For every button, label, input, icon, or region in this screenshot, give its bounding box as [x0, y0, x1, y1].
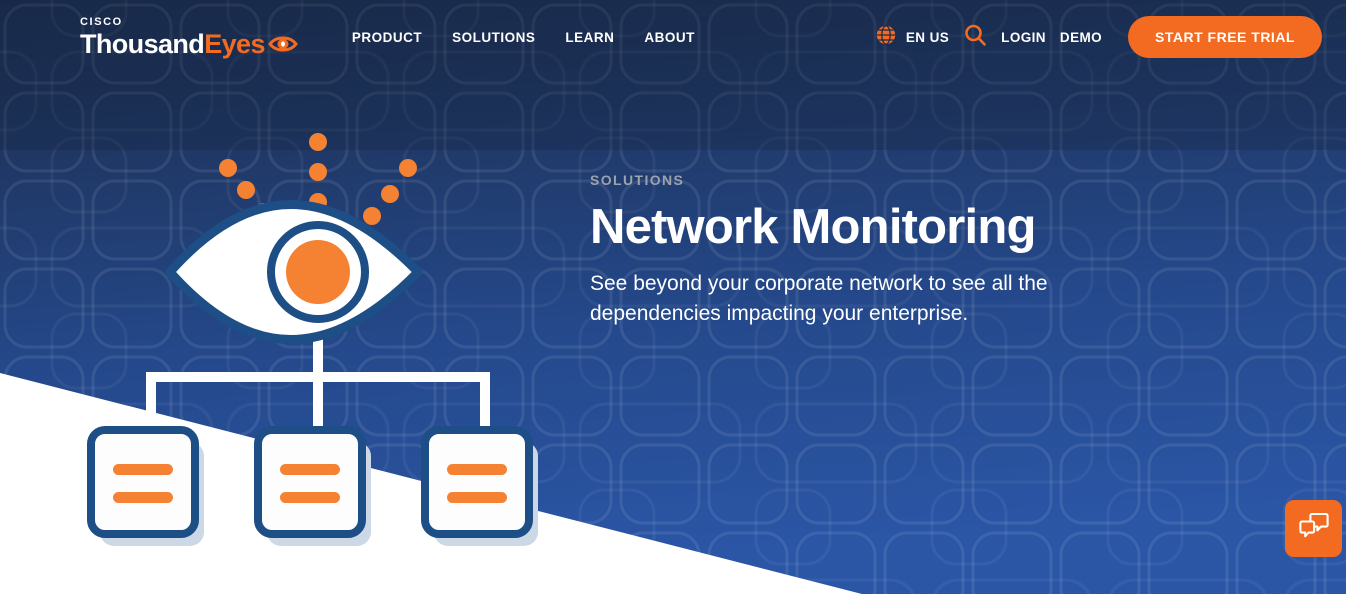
language-selector[interactable]: EN US: [875, 24, 949, 51]
drop-line-center: [313, 372, 323, 434]
hero-eyebrow: SOLUTIONS: [590, 172, 685, 188]
nav-item-solutions[interactable]: SOLUTIONS: [452, 30, 535, 45]
login-link[interactable]: LOGIN: [1001, 30, 1046, 45]
server-node-2: [254, 426, 371, 546]
server-node-1: [87, 426, 204, 546]
eye-icon: [267, 34, 298, 54]
nav-item-about[interactable]: ABOUT: [644, 30, 695, 45]
network-monitoring-illustration: [87, 133, 538, 546]
nav-item-product[interactable]: PRODUCT: [352, 30, 422, 45]
chat-widget-button[interactable]: [1285, 500, 1342, 557]
signal-dots-center: [309, 133, 327, 211]
wordmark-eyes: Eyes: [204, 28, 265, 59]
header-utility-bar: EN US LOGIN DEMO START FREE TRIAL: [875, 16, 1322, 58]
eye-icon: [165, 200, 423, 344]
search-button[interactable]: [963, 23, 987, 52]
nav-item-learn[interactable]: LEARN: [565, 30, 614, 45]
language-label: EN US: [905, 29, 950, 45]
hero-subtitle: See beyond your corporate network to see…: [590, 272, 1048, 326]
primary-navigation: PRODUCT SOLUTIONS LEARN ABOUT: [352, 30, 695, 45]
brand-logo[interactable]: CISCO Thousand Eyes: [80, 15, 298, 59]
demo-link[interactable]: DEMO: [1060, 30, 1102, 45]
chat-bubbles-icon: [1298, 512, 1329, 545]
start-free-trial-button[interactable]: START FREE TRIAL: [1128, 16, 1322, 58]
hero-copy-block: SOLUTIONS Network Monitoring See beyond …: [590, 172, 1150, 329]
thousandeyes-wordmark: Thousand Eyes: [80, 28, 298, 59]
search-icon: [963, 23, 987, 52]
server-node-3: [421, 426, 538, 546]
cisco-label: CISCO: [80, 15, 123, 28]
globe-icon: [875, 24, 897, 51]
drop-line-right: [480, 372, 490, 434]
drop-line-left: [146, 372, 156, 434]
site-header: CISCO Thousand Eyes PRODUCT SOLUTIONS LE…: [0, 0, 1346, 74]
signal-dots-right: [363, 159, 417, 225]
wordmark-thousand: Thousand: [80, 28, 205, 59]
page-root: CISCO Thousand Eyes PRODUCT SOLUTIONS LE…: [0, 0, 1346, 594]
page-title: Network Monitoring: [590, 200, 1036, 254]
